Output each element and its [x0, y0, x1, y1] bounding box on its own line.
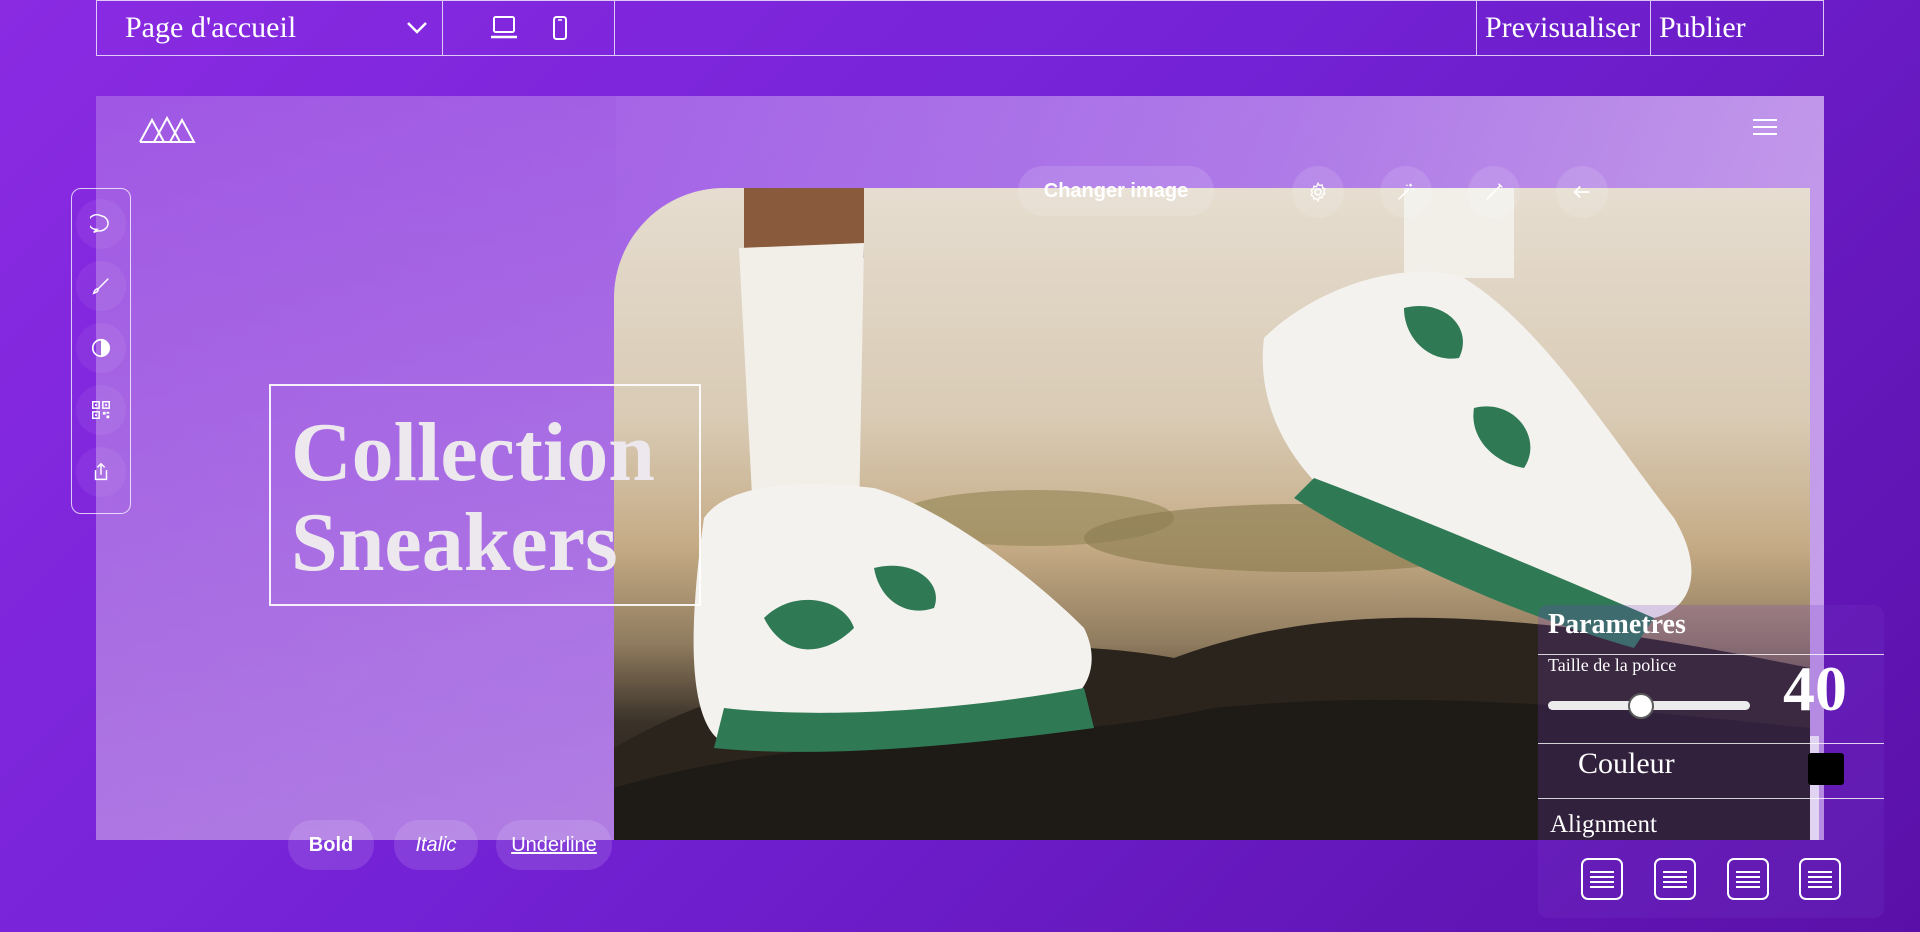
hero-title-box[interactable]: Collection Sneakers [269, 384, 701, 606]
preview-button[interactable]: Previsualiser [1477, 1, 1651, 55]
brush-icon [92, 278, 109, 295]
parameters-title: Parametres [1548, 609, 1686, 640]
share-tool-button[interactable] [76, 447, 126, 497]
brush-tool-button[interactable] [76, 261, 126, 311]
align-right-button[interactable] [1727, 858, 1769, 900]
align-right-icon [1736, 871, 1760, 888]
share-icon [94, 462, 108, 481]
side-toolbar [71, 188, 131, 514]
contrast-icon [91, 338, 111, 358]
color-swatch-picker[interactable] [1808, 753, 1844, 785]
laptop-icon[interactable] [490, 15, 518, 41]
image-effects-button[interactable] [1380, 166, 1432, 218]
align-justify-icon [1808, 871, 1832, 888]
site-logo-icon[interactable] [138, 114, 196, 144]
gear-icon [1310, 181, 1326, 203]
image-edit-button[interactable] [1468, 166, 1520, 218]
parameters-panel: Parametres Taille de la police 40 Couleu… [1538, 605, 1884, 918]
image-settings-button[interactable] [1292, 166, 1344, 218]
italic-button[interactable]: Italic [394, 820, 478, 870]
magic-wand-icon [1398, 183, 1415, 200]
image-back-button[interactable] [1556, 166, 1608, 218]
qr-tool-button[interactable] [76, 385, 126, 435]
align-left-button[interactable] [1581, 858, 1623, 900]
change-image-button[interactable]: Changer image [1018, 166, 1214, 216]
color-label: Couleur [1578, 747, 1675, 780]
page-select-dropdown[interactable]: Page d'accueil [97, 1, 443, 55]
bold-button[interactable]: Bold [288, 820, 374, 870]
font-size-label: Taille de la police [1548, 655, 1677, 675]
toolbar-spacer [615, 1, 1477, 55]
hero-title-line-1: Collection [291, 406, 655, 499]
comment-tool-button[interactable] [76, 199, 126, 249]
underline-button[interactable]: Underline [496, 820, 612, 870]
alignment-label: Alignment [1550, 811, 1657, 838]
chat-bubble-icon [90, 214, 109, 233]
align-justify-button[interactable] [1799, 858, 1841, 900]
divider [1538, 743, 1884, 744]
mobile-icon[interactable] [552, 15, 568, 41]
divider [1538, 798, 1884, 799]
chevron-down-icon [407, 22, 427, 34]
font-size-slider[interactable] [1548, 693, 1750, 719]
device-toggle-group [443, 1, 615, 55]
hero-title-line-2: Sneakers [291, 496, 618, 589]
align-center-button[interactable] [1654, 858, 1696, 900]
arrow-left-icon [1573, 185, 1590, 199]
contrast-tool-button[interactable] [76, 323, 126, 373]
page-select-value: Page d'accueil [125, 11, 297, 44]
font-size-slider-thumb[interactable] [1627, 693, 1654, 719]
top-toolbar: Page d'accueil Previsualiser Publier [96, 0, 1824, 56]
align-left-icon [1590, 871, 1614, 888]
qr-code-icon [92, 401, 110, 419]
align-center-icon [1663, 871, 1687, 888]
menu-hamburger-icon[interactable] [1752, 118, 1778, 136]
font-size-value: 40 [1783, 653, 1847, 724]
pen-icon [1486, 183, 1503, 200]
publish-button[interactable]: Publier [1651, 1, 1823, 55]
